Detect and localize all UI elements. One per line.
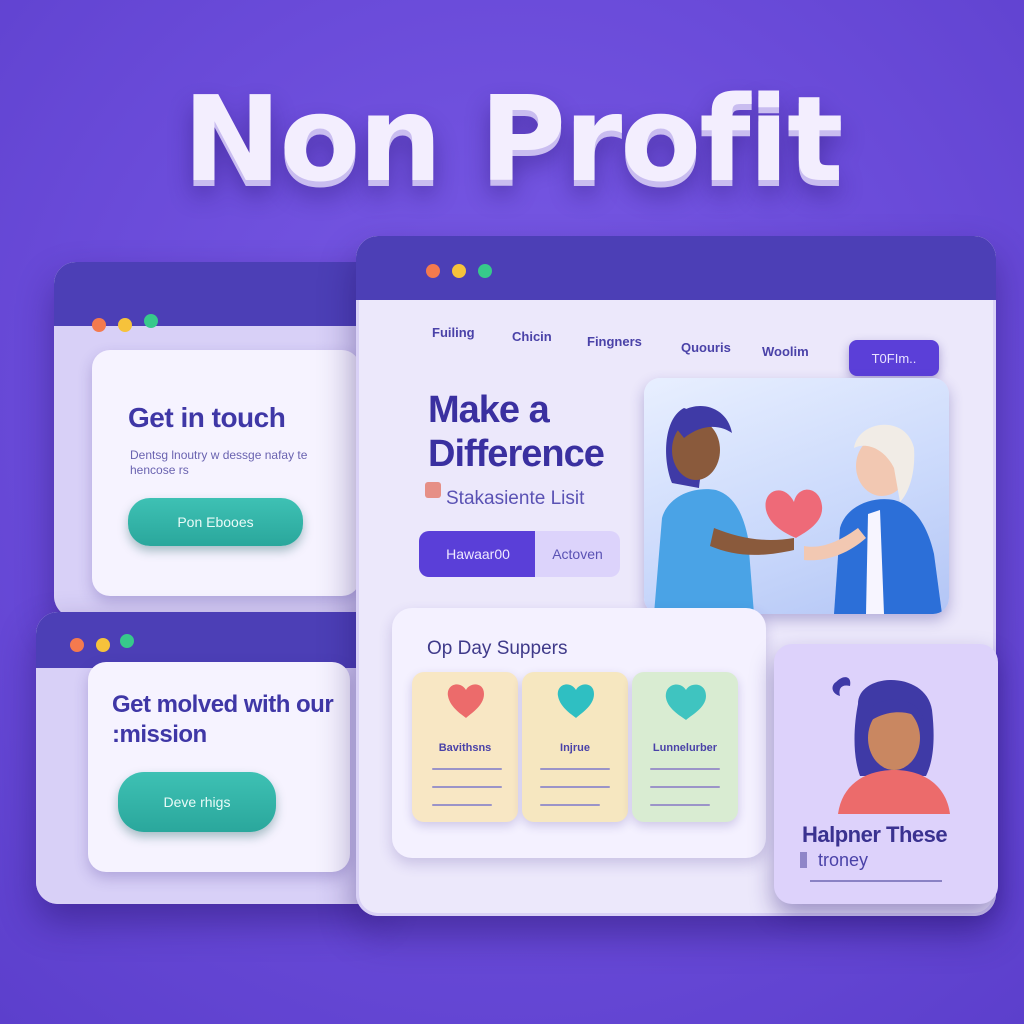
profile-subtitle-marker — [800, 852, 807, 868]
minimize-dot-icon[interactable] — [96, 638, 110, 652]
nav-item-5[interactable]: Woolim — [762, 344, 809, 359]
hero-title: Non Profit — [182, 70, 844, 208]
window-titlebar — [356, 236, 996, 300]
close-dot-icon[interactable] — [426, 264, 440, 278]
contact-title: Get in touch — [128, 402, 286, 433]
text-line — [432, 786, 502, 788]
nav-cta-button[interactable]: T0FIm.. — [849, 340, 939, 376]
main-headline: Make a Difference — [428, 389, 605, 475]
profile-card[interactable] — [774, 644, 998, 904]
maximize-dot-icon[interactable] — [144, 314, 158, 328]
text-line — [650, 786, 720, 788]
close-dot-icon[interactable] — [92, 318, 106, 332]
nav-item-3[interactable]: Fingners — [587, 334, 642, 349]
subheadline: Stakasiente Lisit — [446, 488, 585, 509]
hero-illustration — [644, 378, 949, 614]
text-line — [650, 768, 720, 770]
supporter-card-label: Bavithsns — [438, 742, 492, 754]
contact-text: Dentsg lnoutry w dessge nafay te hencose… — [130, 448, 308, 477]
text-line — [650, 804, 710, 806]
supporter-card-label: Injrue — [560, 742, 590, 754]
profile-name: Halpner These — [802, 822, 948, 847]
supporter-card-label: Lunnelurber — [652, 742, 718, 754]
maximize-dot-icon[interactable] — [120, 634, 134, 648]
supporters-title: Op Day Suppers — [427, 638, 568, 659]
nav-item-4[interactable]: Quouris — [681, 340, 731, 355]
maximize-dot-icon[interactable] — [478, 264, 492, 278]
primary-action-button[interactable]: Hawaar00 — [419, 531, 537, 577]
text-line — [432, 804, 492, 806]
window-titlebar — [54, 262, 394, 332]
subheadline-marker — [425, 482, 441, 498]
text-line — [540, 786, 610, 788]
close-dot-icon[interactable] — [70, 638, 84, 652]
nav-item-1[interactable]: Fuiling — [432, 325, 475, 340]
minimize-dot-icon[interactable] — [452, 264, 466, 278]
text-line — [540, 804, 600, 806]
secondary-action-button[interactable]: Actoven — [535, 531, 620, 577]
window-titlebar — [36, 612, 382, 668]
involve-button[interactable]: Deve rhigs — [118, 772, 276, 832]
nav-item-2[interactable]: Chicin — [512, 329, 552, 344]
text-line — [432, 768, 502, 770]
minimize-dot-icon[interactable] — [118, 318, 132, 332]
text-line — [540, 768, 610, 770]
profile-subtitle: troney — [818, 850, 869, 870]
profile-underline — [810, 880, 942, 882]
involve-title: Get molved with our :mission — [112, 691, 334, 748]
contact-button[interactable]: Pon Ebooes — [128, 498, 303, 546]
